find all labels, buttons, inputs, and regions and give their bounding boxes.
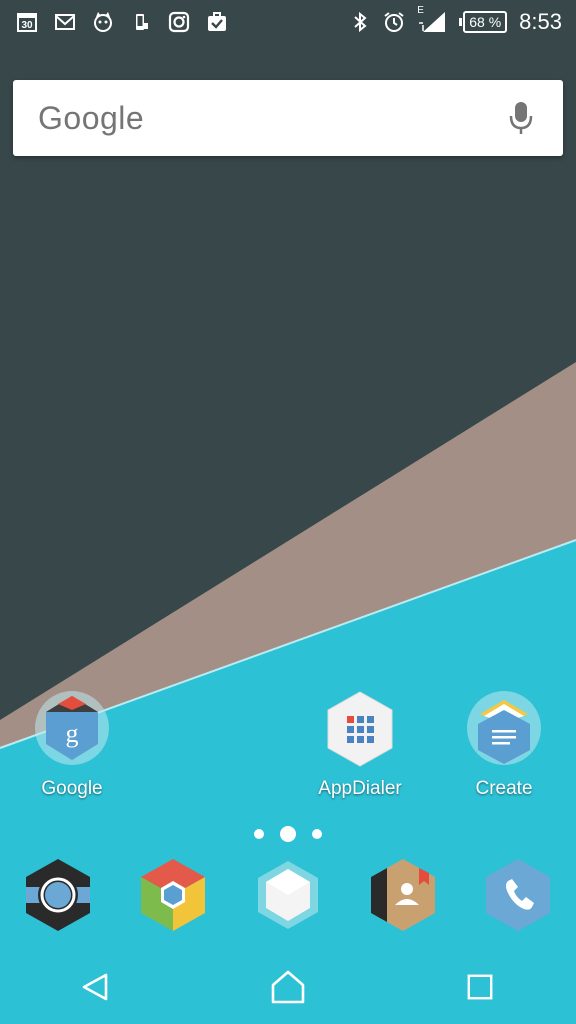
- page-dot[interactable]: [312, 829, 322, 839]
- instagram-icon: [168, 11, 190, 33]
- contacts-icon[interactable]: [363, 855, 443, 935]
- page-indicator: [0, 826, 576, 842]
- network-type: E: [417, 5, 424, 16]
- google-search-bar[interactable]: Google: [13, 80, 563, 156]
- status-bar: 30 E 68 % 8:53: [0, 0, 576, 44]
- status-clock: 8:53: [519, 9, 562, 34]
- app-appdialer[interactable]: AppDialer: [290, 690, 430, 800]
- app-create[interactable]: Create: [434, 690, 574, 800]
- phone-sync-icon: [130, 11, 152, 33]
- cat-notification-icon: [92, 11, 114, 33]
- calendar-day: 30: [21, 20, 33, 31]
- signal-icon: E: [417, 5, 447, 33]
- mic-icon[interactable]: [493, 90, 549, 146]
- battery-icon: 68 %: [459, 11, 508, 33]
- back-icon[interactable]: [56, 957, 136, 1017]
- app-drawer-icon[interactable]: [248, 855, 328, 935]
- chrome-icon[interactable]: [133, 855, 213, 935]
- camera-icon[interactable]: [18, 855, 98, 935]
- notification-icons: 30: [0, 11, 228, 33]
- calendar-icon: 30: [16, 11, 38, 33]
- gmail-icon: [54, 11, 76, 33]
- recents-icon[interactable]: [440, 957, 520, 1017]
- page-dot-active[interactable]: [280, 826, 296, 842]
- app-label-create: Create: [475, 778, 533, 799]
- app-google[interactable]: g Google: [2, 690, 142, 800]
- create-doc-icon: [464, 690, 544, 770]
- alarm-icon: [383, 11, 405, 33]
- page-dot[interactable]: [254, 829, 264, 839]
- google-hex-icon: g: [32, 690, 112, 770]
- system-icons: E 68 % 8:53: [349, 5, 576, 35]
- app-label-google: Google: [41, 778, 103, 799]
- home-icon[interactable]: [248, 957, 328, 1017]
- navigation-bar: [0, 950, 576, 1024]
- google-logo: Google: [38, 99, 145, 136]
- bluetooth-icon: [349, 11, 371, 33]
- battery-percent: 68 %: [469, 14, 502, 30]
- appdialer-grid-icon: [320, 690, 400, 770]
- svg-text:g: g: [66, 719, 79, 748]
- app-label-appdialer: AppDialer: [318, 778, 402, 799]
- phone-icon[interactable]: [478, 855, 558, 935]
- task-check-icon: [206, 11, 228, 33]
